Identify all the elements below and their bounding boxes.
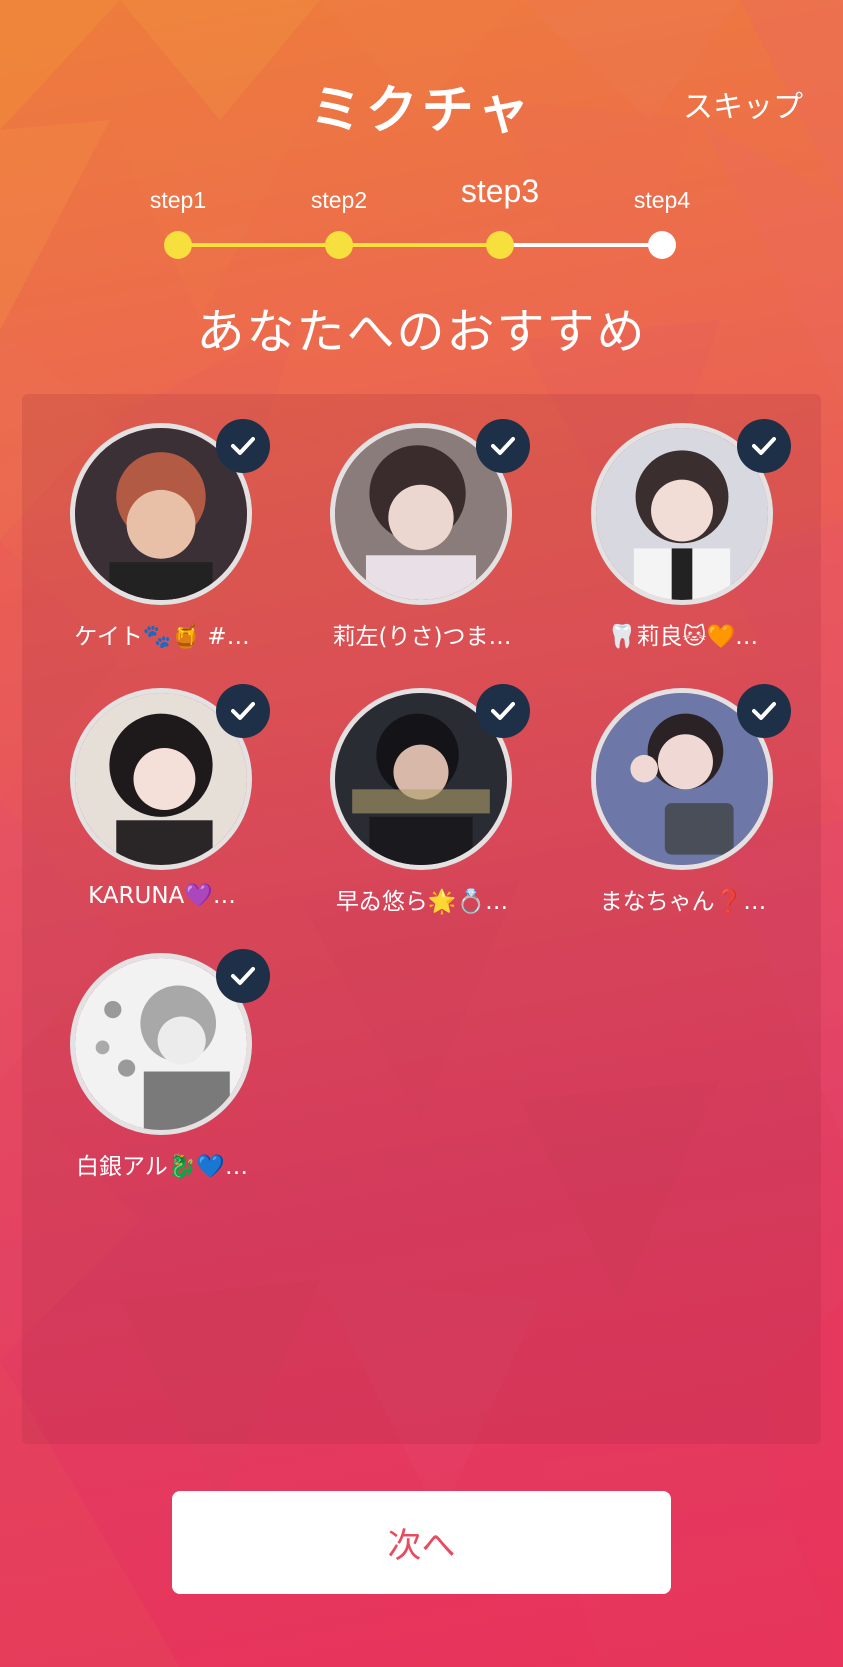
user-card[interactable]: 白銀アル🐉💙… (42, 925, 282, 1180)
user-name: 🦷莉良🐱🧡… (607, 624, 759, 650)
step-progress: step1 step2 step3 step4 (0, 173, 843, 270)
step-label-1: step1 (149, 187, 207, 213)
user-name: 早ゐ悠ら🌟💍… (335, 889, 509, 915)
check-icon (737, 419, 791, 473)
check-icon (216, 949, 270, 1003)
check-icon (216, 684, 270, 738)
user-name: ケイト🐾🍯 #… (74, 624, 250, 650)
step-line-todo (500, 243, 662, 247)
check-icon (737, 684, 791, 738)
step-dot-3 (486, 231, 514, 259)
step-dot-1 (164, 231, 192, 259)
user-name: 莉左(りさ)つま… (332, 624, 512, 650)
skip-link[interactable]: スキップ (683, 82, 803, 126)
check-icon (216, 419, 270, 473)
step-dot-4 (648, 231, 676, 259)
step-label-3: step3 (460, 173, 540, 209)
step-dot-2 (325, 231, 353, 259)
check-icon (476, 419, 530, 473)
user-card[interactable]: まなちゃん❓… (563, 660, 803, 915)
user-card[interactable]: KARUNA💜… (42, 660, 282, 909)
user-name: KARUNA💜… (88, 883, 236, 909)
step-label-4: step4 (633, 187, 691, 213)
user-card[interactable]: ケイト🐾🍯 #… (42, 395, 282, 650)
check-icon (476, 684, 530, 738)
user-card[interactable]: 莉左(りさ)つま… (302, 395, 542, 650)
user-name: まなちゃん❓… (599, 889, 767, 915)
user-card[interactable]: 早ゐ悠ら🌟💍… (302, 660, 542, 915)
next-button[interactable]: 次へ (172, 1491, 671, 1594)
user-name: 白銀アル🐉💙… (75, 1154, 249, 1180)
step-label-2: step2 (310, 187, 368, 213)
user-card[interactable]: 🦷莉良🐱🧡… (563, 395, 803, 650)
page-title: あなたへのおすすめ (196, 304, 647, 360)
